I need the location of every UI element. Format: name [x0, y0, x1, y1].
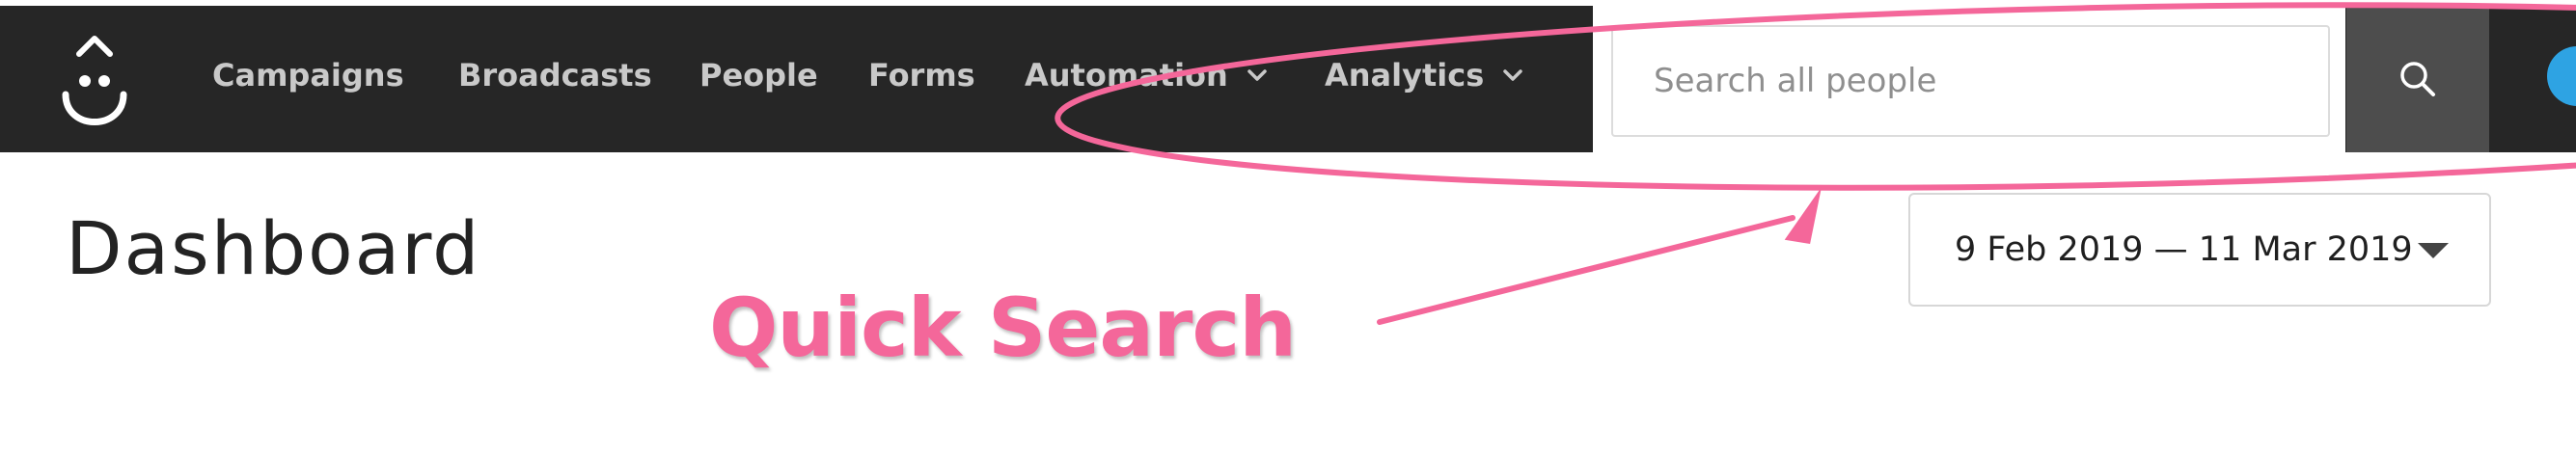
nav-item-label: People: [699, 57, 818, 94]
nav-item-broadcasts[interactable]: Broadcasts: [458, 56, 652, 94]
nav-item-campaigns[interactable]: Campaigns: [212, 56, 404, 94]
search-input[interactable]: [1611, 25, 2330, 137]
chevron-down-icon: [1503, 69, 1522, 81]
caret-down-icon: [2418, 243, 2449, 258]
page-title: Dashboard: [66, 205, 481, 291]
callout-arrow-head: [1784, 187, 1822, 244]
date-range-picker[interactable]: 9 Feb 2019 — 11 Mar 2019: [1908, 193, 2491, 307]
nav-item-automation[interactable]: Automation: [1025, 56, 1269, 94]
nav-item-label: Automation: [1025, 57, 1228, 94]
app-root: Campaigns Broadcasts People Forms Automa…: [0, 0, 2576, 456]
nav-item-label: Analytics: [1325, 57, 1485, 94]
search-icon: [2400, 62, 2435, 96]
nav-item-label: Broadcasts: [458, 57, 652, 94]
nav-item-people[interactable]: People: [699, 56, 818, 94]
quick-search-annotation-label: Quick Search: [709, 281, 1297, 375]
nav-item-label: Campaigns: [212, 57, 404, 94]
search-button[interactable]: [2346, 6, 2489, 152]
nav-item-analytics[interactable]: Analytics: [1325, 56, 1524, 94]
chevron-down-icon: [1247, 69, 1267, 81]
date-range-value: 9 Feb 2019 — 11 Mar 2019: [1955, 230, 2413, 269]
nav-item-label: Forms: [868, 57, 975, 94]
drip-logo-icon[interactable]: [58, 33, 131, 133]
nav-item-forms[interactable]: Forms: [868, 56, 975, 94]
callout-arrow-line: [1377, 215, 1795, 325]
